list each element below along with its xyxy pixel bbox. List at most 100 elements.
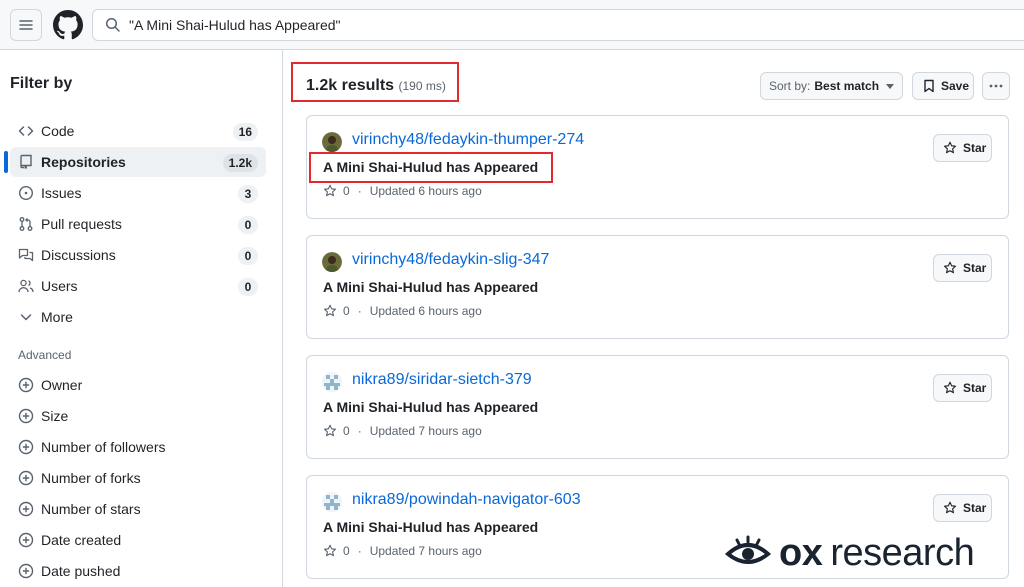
filter-count: 0 — [238, 216, 258, 234]
filter-label: Users — [41, 278, 78, 294]
highlight-box-results — [291, 62, 459, 102]
filter-users[interactable]: Users 0 — [10, 271, 266, 301]
plus-circle-icon — [18, 377, 34, 393]
people-icon — [18, 279, 34, 293]
advanced-date-pushed[interactable]: Date pushed — [10, 556, 266, 586]
star-icon — [324, 304, 336, 317]
star-icon — [324, 184, 336, 197]
advanced-label: Date pushed — [41, 563, 121, 579]
advanced-label: Number of stars — [41, 501, 141, 517]
advanced-forks[interactable]: Number of forks — [10, 463, 266, 493]
avatar[interactable] — [322, 252, 342, 272]
advanced-label: Owner — [41, 377, 83, 393]
plus-circle-icon — [18, 439, 34, 455]
avatar[interactable] — [322, 372, 342, 392]
updated-time: Updated 6 hours ago — [369, 304, 482, 318]
repo-link[interactable]: nikra89/siridar-sietch-379 — [352, 371, 532, 389]
bookmark-icon — [924, 79, 934, 93]
star-button[interactable]: Star — [933, 494, 992, 522]
advanced-owner[interactable]: Owner — [10, 370, 266, 400]
star-icon — [944, 261, 956, 274]
top-header: "A Mini Shai-Hulud has Appeared" — [0, 0, 1024, 50]
star-count: 0 — [343, 424, 350, 438]
repo-link[interactable]: virinchy48/fedaykin-thumper-274 — [352, 131, 584, 149]
filter-count: 0 — [238, 278, 258, 296]
filter-label: Repositories — [41, 154, 126, 170]
search-icon — [105, 17, 120, 32]
advanced-heading: Advanced — [18, 348, 72, 362]
star-count: 0 — [343, 184, 350, 198]
plus-circle-icon — [18, 501, 34, 517]
filter-code[interactable]: Code 16 — [10, 116, 266, 146]
menu-button[interactable] — [10, 9, 42, 41]
star-icon — [944, 141, 956, 154]
filter-label: Discussions — [41, 247, 116, 263]
separator-dot: · — [357, 544, 362, 558]
filter-issues[interactable]: Issues 3 — [10, 178, 266, 208]
filter-repositories[interactable]: Repositories 1.2k — [4, 147, 266, 177]
plus-circle-icon — [18, 563, 34, 579]
kebab-horizontal-icon — [989, 84, 1003, 88]
updated-time: Updated 6 hours ago — [369, 184, 482, 198]
result-card: nikra89/siridar-sietch-379 A Mini Shai-H… — [306, 355, 1009, 459]
star-button[interactable]: Star — [933, 374, 992, 402]
watermark-brand: ox — [779, 531, 823, 574]
advanced-date-created[interactable]: Date created — [10, 525, 266, 555]
star-button[interactable]: Star — [933, 254, 992, 282]
star-icon — [324, 544, 336, 557]
repo-link[interactable]: nikra89/powindah-navigator-603 — [352, 491, 581, 509]
chevron-down-icon — [20, 314, 32, 321]
eye-logo-icon — [725, 535, 771, 564]
discussion-icon — [18, 248, 34, 262]
repo-meta: 0 · Updated 7 hours ago — [323, 544, 482, 558]
sort-dropdown[interactable]: Sort by: Best match — [760, 72, 903, 100]
repo-meta: 0 · Updated 6 hours ago — [323, 184, 482, 198]
star-label: Star — [963, 501, 987, 515]
plus-circle-icon — [18, 532, 34, 548]
avatar[interactable] — [322, 132, 342, 152]
filter-count: 1.2k — [222, 154, 258, 172]
filter-count: 16 — [232, 123, 258, 141]
separator-dot: · — [357, 304, 362, 318]
search-query-text: "A Mini Shai-Hulud has Appeared" — [129, 17, 341, 33]
advanced-stars[interactable]: Number of stars — [10, 494, 266, 524]
ox-research-watermark: ox research — [725, 530, 975, 576]
repo-icon — [20, 154, 32, 169]
sort-value: Best match — [814, 79, 880, 93]
filter-label: More — [41, 309, 73, 325]
more-options-button[interactable] — [982, 72, 1010, 100]
filter-label: Code — [41, 123, 75, 139]
save-button[interactable]: Save — [912, 72, 974, 100]
github-logo-icon[interactable] — [53, 10, 83, 40]
caret-down-icon — [886, 84, 894, 89]
save-label: Save — [941, 79, 970, 93]
advanced-followers[interactable]: Number of followers — [10, 432, 266, 462]
star-count: 0 — [343, 544, 350, 558]
filter-label: Issues — [41, 185, 82, 201]
advanced-label: Number of followers — [41, 439, 166, 455]
advanced-label: Date created — [41, 532, 122, 548]
issue-icon — [18, 185, 34, 201]
filter-more[interactable]: More — [10, 302, 266, 332]
sort-label: Sort by: — [769, 79, 811, 93]
search-input[interactable]: "A Mini Shai-Hulud has Appeared" — [92, 9, 1024, 41]
filter-title: Filter by — [10, 75, 73, 92]
star-icon — [944, 381, 956, 394]
filter-discussions[interactable]: Discussions 0 — [10, 240, 266, 270]
code-icon — [18, 126, 34, 136]
repo-link[interactable]: virinchy48/fedaykin-slig-347 — [352, 251, 549, 269]
updated-time: Updated 7 hours ago — [369, 424, 482, 438]
result-card: virinchy48/fedaykin-slig-347 A Mini Shai… — [306, 235, 1009, 339]
hamburger-icon — [19, 20, 33, 30]
filter-count: 0 — [238, 247, 258, 265]
separator-dot: · — [357, 424, 362, 438]
filter-sidebar: Filter by Code 16 Repositories 1.2k Issu… — [0, 50, 283, 587]
avatar[interactable] — [322, 492, 342, 512]
star-count: 0 — [343, 304, 350, 318]
star-label: Star — [963, 141, 987, 155]
star-label: Star — [963, 261, 987, 275]
filter-pull-requests[interactable]: Pull requests 0 — [10, 209, 266, 239]
plus-circle-icon — [18, 408, 34, 424]
advanced-size[interactable]: Size — [10, 401, 266, 431]
star-button[interactable]: Star — [933, 134, 992, 162]
